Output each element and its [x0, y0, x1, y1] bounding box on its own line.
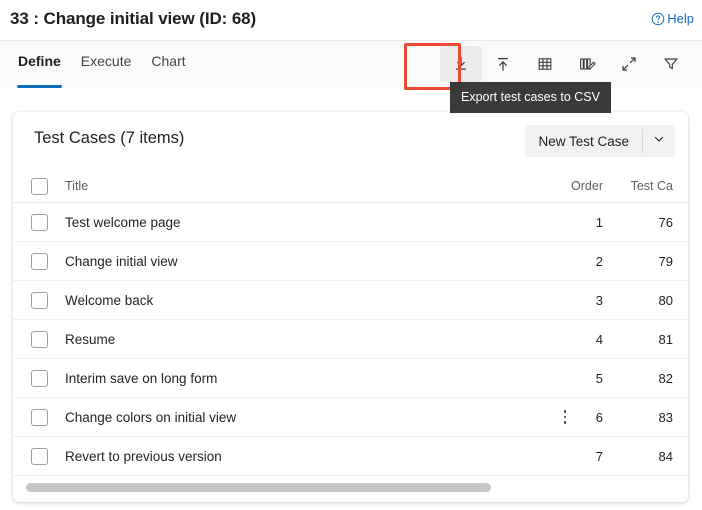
cell-title: Interim save on long form — [65, 370, 218, 386]
cell-title: Change colors on initial view — [65, 409, 237, 425]
question-circle-icon — [651, 12, 665, 26]
export-csv-tooltip: Export test cases to CSV — [450, 82, 611, 113]
select-all-checkbox[interactable] — [30, 177, 48, 195]
export-csv-icon[interactable] — [440, 46, 482, 82]
card-title: Test Cases (7 items) — [34, 129, 185, 147]
help-label: Help — [667, 11, 694, 26]
card-header: Test Cases (7 items) New Test Case — [13, 112, 688, 170]
column-header-order[interactable]: Order — [535, 179, 609, 193]
grid-view-icon[interactable] — [524, 46, 566, 82]
tab-chart[interactable]: Chart — [141, 41, 195, 88]
table-row[interactable]: Change initial view 2 79 — [13, 242, 688, 281]
test-cases-card: Test Cases (7 items) New Test Case Title… — [13, 112, 688, 502]
cell-test-case-id: 76 — [658, 214, 673, 230]
help-link[interactable]: Help — [651, 11, 694, 26]
toolbar — [440, 46, 692, 82]
table-row[interactable]: Revert to previous version 7 84 — [13, 437, 688, 476]
command-bar: Define Execute Chart — [0, 41, 702, 88]
row-checkbox[interactable] — [30, 213, 48, 231]
row-checkbox[interactable] — [30, 291, 48, 309]
title-bar: 33 : Change initial view (ID: 68) Help — [0, 0, 702, 40]
row-select-cell — [13, 252, 65, 270]
cell-test-case-id: 83 — [658, 409, 673, 425]
cell-title: Test welcome page — [65, 214, 181, 230]
cell-title: Resume — [65, 331, 116, 347]
import-csv-icon[interactable] — [482, 46, 524, 82]
cell-title: Change initial view — [65, 253, 178, 269]
row-checkbox[interactable] — [30, 252, 48, 270]
row-checkbox[interactable] — [30, 447, 48, 465]
row-checkbox[interactable] — [30, 408, 48, 426]
row-select-cell — [13, 369, 65, 387]
cell-test-case-id: 79 — [658, 253, 673, 269]
cell-order: 6 — [595, 409, 603, 425]
select-all-cell — [13, 177, 65, 195]
filter-icon[interactable] — [650, 46, 692, 82]
cell-test-case-id: 82 — [658, 370, 673, 386]
cell-test-case-id: 81 — [658, 331, 673, 347]
scrollbar-thumb[interactable] — [26, 483, 491, 492]
cell-test-case-id: 80 — [658, 292, 673, 308]
new-test-case-split-button: New Test Case — [525, 125, 675, 157]
table-header-row: Title Order Test Ca — [13, 170, 688, 203]
column-header-test-case-id[interactable]: Test Ca — [609, 179, 679, 193]
new-test-case-menu-button[interactable] — [643, 125, 675, 157]
table-row[interactable]: Interim save on long form 5 82 — [13, 359, 688, 398]
app-window: 33 : Change initial view (ID: 68) Help D… — [0, 0, 702, 510]
table-row[interactable]: Welcome back 3 80 — [13, 281, 688, 320]
cell-order: 5 — [595, 370, 603, 386]
cell-title: Welcome back — [65, 292, 154, 308]
row-more-options-icon[interactable] — [558, 408, 572, 426]
cell-order: 1 — [595, 214, 603, 230]
tab-define[interactable]: Define — [8, 41, 71, 88]
cell-order: 7 — [595, 448, 603, 464]
edit-columns-icon[interactable] — [566, 46, 608, 82]
horizontal-scrollbar[interactable] — [13, 483, 688, 493]
row-select-cell — [13, 330, 65, 348]
row-select-cell — [13, 213, 65, 231]
column-header-title[interactable]: Title — [65, 179, 535, 193]
test-cases-table: Title Order Test Ca Test welcome page 1 … — [13, 170, 688, 502]
cell-order: 3 — [595, 292, 603, 308]
table-row[interactable]: Change colors on initial view 6 83 — [13, 398, 688, 437]
new-test-case-button[interactable]: New Test Case — [525, 125, 642, 157]
chevron-down-icon — [653, 132, 665, 150]
row-select-cell — [13, 291, 65, 309]
tab-execute[interactable]: Execute — [71, 41, 142, 88]
expand-icon[interactable] — [608, 46, 650, 82]
cell-test-case-id: 84 — [658, 448, 673, 464]
table-row[interactable]: Test welcome page 1 76 — [13, 203, 688, 242]
cell-title: Revert to previous version — [65, 448, 222, 464]
row-select-cell — [13, 447, 65, 465]
tab-list: Define Execute Chart — [8, 41, 196, 88]
table-row[interactable]: Resume 4 81 — [13, 320, 688, 359]
row-select-cell — [13, 408, 65, 426]
row-checkbox[interactable] — [30, 330, 48, 348]
cell-order: 2 — [595, 253, 603, 269]
cell-order: 4 — [595, 331, 603, 347]
page-title: 33 : Change initial view (ID: 68) — [10, 9, 257, 28]
row-checkbox[interactable] — [30, 369, 48, 387]
